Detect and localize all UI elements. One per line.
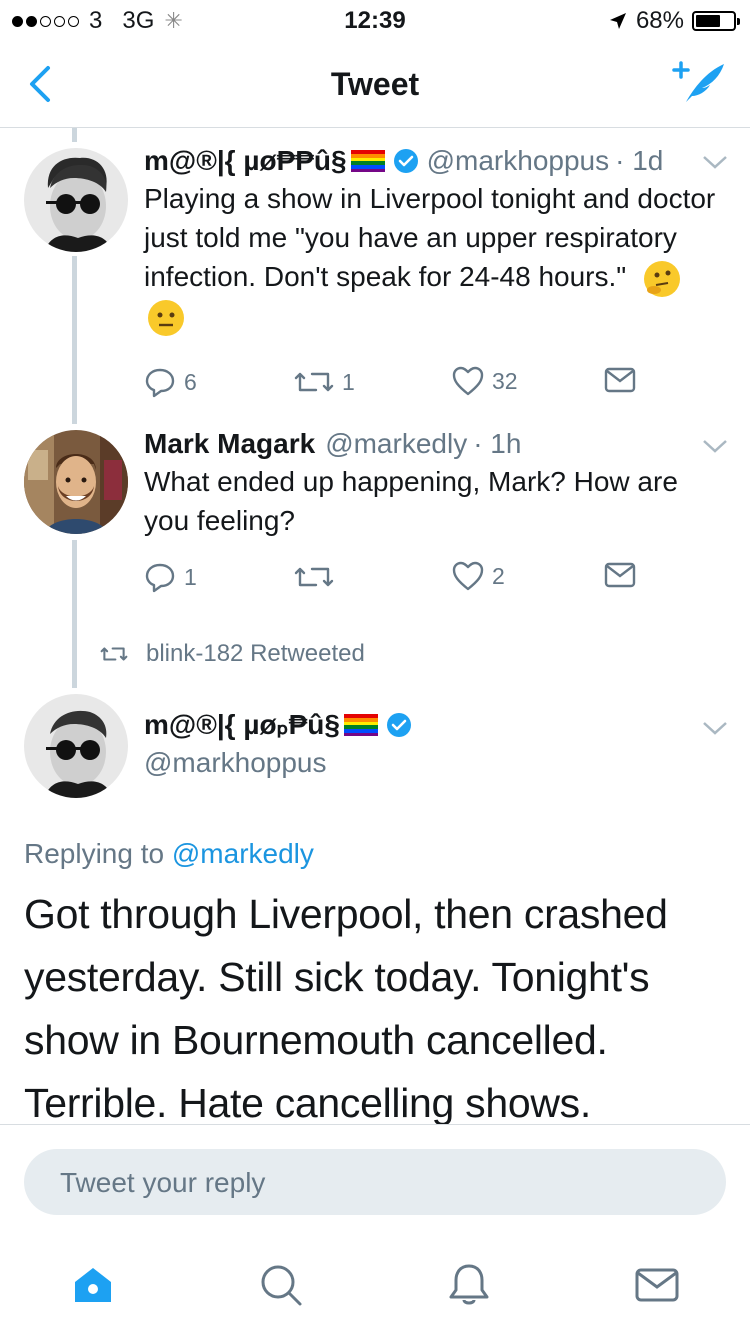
thread-line xyxy=(72,540,77,688)
display-name[interactable]: m@®|{ µø₱₱û§ xyxy=(144,145,347,177)
retweet-icon xyxy=(294,567,334,587)
retweet-icon xyxy=(294,372,334,392)
dm-icon xyxy=(604,562,636,588)
location-arrow-icon xyxy=(609,13,626,29)
chevron-down-icon[interactable] xyxy=(702,720,728,736)
page-title: Tweet xyxy=(330,66,420,102)
tab-bar xyxy=(0,1244,750,1334)
avatar[interactable] xyxy=(24,694,128,798)
display-name[interactable]: Mark Magark xyxy=(144,428,315,460)
retweet-button[interactable]: 1 xyxy=(294,366,355,398)
rainbow-flag-icon xyxy=(350,150,385,172)
search-icon[interactable] xyxy=(258,1262,304,1308)
like-count: 2 xyxy=(492,562,505,589)
tweet-actions: 6 1 32 xyxy=(144,366,644,402)
reply-icon xyxy=(145,563,175,593)
reply-icon xyxy=(145,368,175,398)
nav-bar: Tweet xyxy=(0,40,750,128)
replying-to-label: Replying to xyxy=(24,838,165,869)
dm-button[interactable] xyxy=(604,561,636,589)
verified-icon xyxy=(386,712,411,737)
battery-percent: 68% xyxy=(635,7,684,34)
reply-button[interactable]: 1 xyxy=(144,561,197,593)
handle[interactable]: @markedly xyxy=(325,428,467,460)
replying-to-line: Replying to @markedly xyxy=(24,838,314,870)
chevron-down-icon[interactable] xyxy=(702,154,728,170)
thinking-face-icon xyxy=(644,260,681,297)
messages-icon[interactable] xyxy=(634,1262,680,1308)
avatar[interactable] xyxy=(24,430,128,534)
thread-line xyxy=(72,256,77,424)
reply-button[interactable]: 6 xyxy=(144,366,197,398)
avatar[interactable] xyxy=(24,148,128,252)
timestamp: · 1h xyxy=(473,428,522,459)
status-right: 68% xyxy=(608,7,740,35)
status-bar: 3 3G ✳ 12:39 68% xyxy=(0,0,750,40)
tweet-text: Playing a show in Liverpool tonight and … xyxy=(144,179,726,337)
tweet-text: What ended up happening, Mark? How are y… xyxy=(144,466,678,536)
handle[interactable]: @markhoppus xyxy=(427,145,610,177)
dm-button[interactable] xyxy=(604,366,636,394)
compose-icon[interactable] xyxy=(672,58,728,110)
tweet-actions: 1 2 xyxy=(144,561,644,597)
tweet-header: Mark Magark @markedly · 1h xyxy=(144,428,726,460)
handle[interactable]: @markhoppus xyxy=(144,747,726,779)
like-button[interactable]: 32 xyxy=(452,366,518,396)
tweet-header: m@®|{ µø₱₱û§ @markhoppus · 1d xyxy=(144,145,726,177)
like-icon xyxy=(452,561,484,591)
reply-count: 1 xyxy=(184,563,197,590)
retweeted-by-label: blink-182 Retweeted xyxy=(100,640,365,668)
rainbow-flag-icon xyxy=(343,713,378,736)
replying-to-handle[interactable]: @markedly xyxy=(172,838,314,869)
battery-icon xyxy=(692,11,740,31)
notifications-icon[interactable] xyxy=(446,1262,492,1308)
display-name[interactable]: m@®|{ µøₚ₱û§ xyxy=(144,708,340,741)
like-button[interactable]: 2 xyxy=(452,561,505,591)
neutral-face-icon xyxy=(148,300,184,337)
tweet[interactable]: m@®|{ µø₱₱û§ @markhoppus · 1d Playing a … xyxy=(144,145,726,337)
dm-icon xyxy=(604,367,636,393)
reply-count: 6 xyxy=(184,368,197,395)
retweet-count: 1 xyxy=(342,368,355,395)
retweet-button[interactable] xyxy=(294,561,334,593)
like-icon xyxy=(452,366,484,396)
retweet-icon xyxy=(100,647,128,661)
focused-tweet-text: Got through Liverpool, then crashed yest… xyxy=(24,891,668,1126)
like-count: 32 xyxy=(492,367,518,394)
focused-tweet-header[interactable]: m@®|{ µøₚ₱û§ @markhoppus xyxy=(144,708,726,779)
chevron-down-icon[interactable] xyxy=(702,438,728,454)
reply-composer: Tweet your reply xyxy=(0,1124,750,1244)
home-icon[interactable] xyxy=(70,1262,116,1308)
retweeted-by-text: blink-182 Retweeted xyxy=(146,640,365,667)
timestamp: · 1d xyxy=(615,145,664,176)
tweet[interactable]: Mark Magark @markedly · 1h What ended up… xyxy=(144,428,726,540)
reply-input[interactable]: Tweet your reply xyxy=(24,1149,726,1215)
thread-line xyxy=(72,128,77,142)
verified-icon xyxy=(393,149,418,173)
